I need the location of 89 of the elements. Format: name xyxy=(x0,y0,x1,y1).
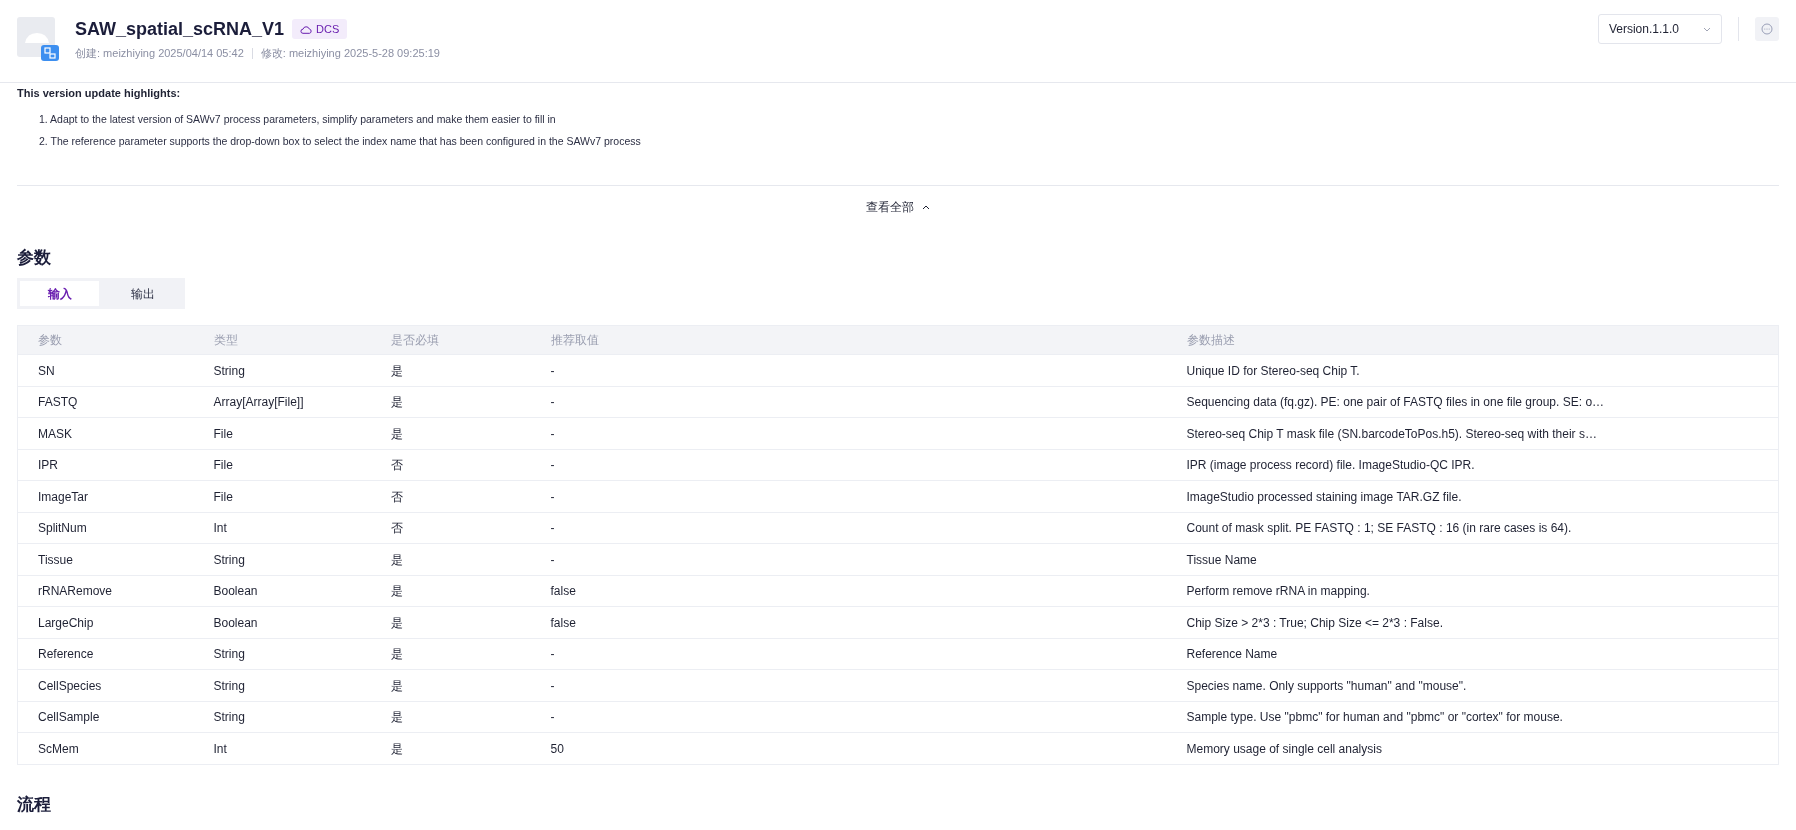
highlight-item: 2. The reference parameter supports the drop-down box to select the index name that has been configured in the SAWv7 process xyxy=(39,133,642,149)
column-header: 是否必填 xyxy=(370,325,531,355)
tag-label: DCS xyxy=(316,21,340,37)
table-cell: String xyxy=(193,543,371,576)
table-cell: MASK xyxy=(17,417,194,450)
workflow-title: SAW_spatial_scRNA_V1 xyxy=(75,18,285,41)
table-cell: Chip Size > 2*3 : True; Chip Size <= 2*3 : False. xyxy=(1166,606,1779,639)
table-cell: 是 xyxy=(370,354,531,387)
more-button[interactable] xyxy=(1755,17,1779,41)
table-cell: 是 xyxy=(370,417,531,450)
table-cell: - xyxy=(530,417,1167,450)
section-heading: 参数 xyxy=(17,248,52,269)
table-cell: - xyxy=(530,449,1167,481)
table-cell: - xyxy=(530,638,1167,670)
table-cell: Boolean xyxy=(193,606,371,639)
table-cell: CellSpecies xyxy=(17,669,194,702)
chevron-up-icon xyxy=(922,204,930,210)
version-dropdown[interactable]: Version.1.1.0 xyxy=(1597,14,1722,44)
table-cell: - xyxy=(530,669,1167,702)
tab[interactable]: 输入 xyxy=(20,281,99,307)
table-cell: File xyxy=(193,480,371,513)
table-cell: Sequencing data (fq.gz). PE: one pair of FASTQ files in one file group. SE: o… xyxy=(1166,386,1779,418)
column-header: 参数 xyxy=(17,325,194,355)
table-cell: Reference xyxy=(17,638,194,670)
column-header: 推荐取值 xyxy=(530,325,1167,355)
table-cell: - xyxy=(530,354,1167,387)
table-cell: 是 xyxy=(370,386,531,418)
table-cell: 是 xyxy=(370,543,531,576)
table-cell: IPR xyxy=(17,449,194,481)
table-cell: String xyxy=(193,669,371,702)
table-cell: Perform remove rRNA in mapping. xyxy=(1166,575,1779,607)
table-cell: 是 xyxy=(370,638,531,670)
table-cell: Unique ID for Stereo-seq Chip T. xyxy=(1166,354,1779,387)
more-icon xyxy=(1761,23,1773,35)
table-cell: String xyxy=(193,701,371,733)
table-cell: Sample type. Use "pbmc" for human and "pbmc" or "cortex" for mouse. xyxy=(1166,701,1779,733)
column-header: 类型 xyxy=(193,325,371,355)
table-cell: rRNARemove xyxy=(17,575,194,607)
table-cell: File xyxy=(193,449,371,481)
table-cell: Count of mask split. PE FASTQ : 1; SE FASTQ : 16 (in rare cases is 64). xyxy=(1166,512,1779,544)
table-cell: IPR (image process record) file. ImageStudio-QC IPR. xyxy=(1166,449,1779,481)
table-cell: - xyxy=(530,512,1167,544)
table-cell: - xyxy=(530,386,1167,418)
table-cell: - xyxy=(530,701,1167,733)
tab[interactable]: 输出 xyxy=(103,281,182,307)
highlights-heading: This version update highlights: xyxy=(17,87,182,101)
table-cell: ImageTar xyxy=(17,480,194,513)
table-cell: CellSample xyxy=(17,701,194,733)
table-cell: 是 xyxy=(370,732,531,765)
table-cell: SplitNum xyxy=(17,512,194,544)
table-cell: false xyxy=(530,606,1167,639)
table-cell: - xyxy=(530,480,1167,513)
table-cell: ScMem xyxy=(17,732,194,765)
column-header: 参数描述 xyxy=(1166,325,1779,355)
table-cell: ImageStudio processed staining image TAR.GZ file. xyxy=(1166,480,1779,513)
section-heading: 流程 xyxy=(17,794,52,816)
table-cell: Tissue xyxy=(17,543,194,576)
created-info: 创建: meizhiying 2025/04/14 05:42 xyxy=(75,46,244,61)
table-cell: 否 xyxy=(370,449,531,481)
table-cell: Stereo-seq Chip T mask file (SN.barcodeToPos.h5). Stereo-seq with their s… xyxy=(1166,417,1779,450)
table-cell: Array[Array[File]] xyxy=(193,386,371,418)
app-logo-icon xyxy=(17,17,59,61)
table-cell: 是 xyxy=(370,701,531,733)
table-cell: 是 xyxy=(370,606,531,639)
table-cell: Tissue Name xyxy=(1166,543,1779,576)
modified-info: 修改: meizhiying 2025-5-28 09:25:19 xyxy=(260,46,440,61)
highlight-item: 1. Adapt to the latest version of SAWv7 process parameters, simplify parameters and make them easier to fill in xyxy=(39,112,557,128)
table-cell: Boolean xyxy=(193,575,371,607)
table-cell: String xyxy=(193,354,371,387)
table-cell: 否 xyxy=(370,480,531,513)
table-cell: Reference Name xyxy=(1166,638,1779,670)
table-cell: File xyxy=(193,417,371,450)
cloud-icon xyxy=(300,24,313,34)
chevron-down-icon xyxy=(1703,26,1711,32)
table-cell: FASTQ xyxy=(17,386,194,418)
table-cell: Memory usage of single cell analysis xyxy=(1166,732,1779,765)
table-cell: 是 xyxy=(370,669,531,702)
table-cell: - xyxy=(530,543,1167,576)
table-cell: 否 xyxy=(370,512,531,544)
view-all-link[interactable]: 查看全部 xyxy=(866,198,930,216)
table-cell: 50 xyxy=(530,732,1167,765)
table-cell: Int xyxy=(193,512,371,544)
table-cell: Species name. Only supports "human" and "mouse". xyxy=(1166,669,1779,702)
table-cell: String xyxy=(193,638,371,670)
table-cell: false xyxy=(530,575,1167,607)
table-cell: SN xyxy=(17,354,194,387)
table-cell: Int xyxy=(193,732,371,765)
table-cell: LargeChip xyxy=(17,606,194,639)
table-cell: 是 xyxy=(370,575,531,607)
